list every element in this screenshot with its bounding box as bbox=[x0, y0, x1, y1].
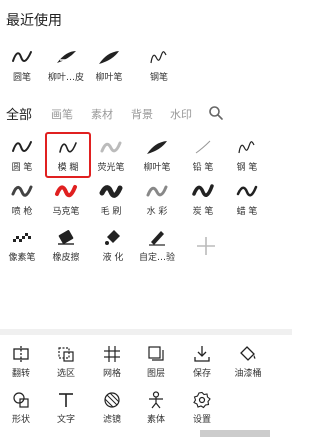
recent-item-fountain-pen[interactable]: 钢笔 bbox=[131, 48, 187, 94]
tool-selection[interactable]: 选区 bbox=[42, 345, 90, 387]
tool-label: 网格 bbox=[102, 369, 121, 379]
fountain-pen-icon bbox=[238, 141, 255, 154]
shape-icon bbox=[13, 392, 29, 408]
save-icon bbox=[194, 346, 210, 362]
recent-item-willow-pen[interactable]: 柳叶笔 bbox=[81, 48, 137, 94]
selection-icon bbox=[58, 347, 74, 362]
round-pen-icon bbox=[12, 51, 32, 62]
eraser-icon bbox=[58, 230, 74, 245]
paint-bucket-icon bbox=[240, 346, 256, 361]
text-icon bbox=[59, 393, 73, 407]
body-model-icon bbox=[149, 391, 163, 409]
tool-label: 翻转 bbox=[11, 369, 30, 379]
tool-text[interactable]: 文字 bbox=[42, 391, 90, 433]
recent-brushes-row: 圆笔 柳叶…皮 柳叶笔 钢笔 bbox=[0, 48, 292, 92]
pencil-icon bbox=[195, 140, 211, 154]
tool-label: 保存 bbox=[192, 369, 211, 379]
blur-icon bbox=[59, 142, 77, 153]
filter-icon bbox=[104, 392, 120, 408]
recent-item-label: 柳叶笔 bbox=[95, 73, 123, 83]
recent-title: 最近使用 bbox=[6, 13, 62, 29]
bottom-toolbar: 翻转 选区 网格 图层 保存 油漆桶 形状 文字 滤镜 素体 设置 bbox=[0, 329, 292, 438]
search-icon[interactable] bbox=[208, 105, 224, 121]
tool-label: 油漆桶 bbox=[234, 369, 262, 379]
brush-label: 自定…验 bbox=[138, 253, 175, 263]
bottom-edge-strip bbox=[200, 430, 270, 437]
tool-label: 图层 bbox=[146, 369, 165, 379]
add-brush-icon[interactable] bbox=[196, 236, 216, 256]
charcoal-icon bbox=[192, 184, 214, 197]
round-pen-icon bbox=[12, 141, 32, 152]
brush-custom[interactable]: 自定…验 bbox=[129, 228, 185, 274]
tool-label: 形状 bbox=[11, 415, 30, 425]
tool-shape[interactable]: 形状 bbox=[0, 391, 45, 433]
tab-brush[interactable]: 画笔 bbox=[51, 106, 73, 122]
tool-flip[interactable]: 翻转 bbox=[0, 345, 45, 387]
brush-grid: 圆 笔 模 糊 荧光笔 柳叶笔 铅 笔 钢 笔 喷 枪 马克笔 毛 刷 水 彩 … bbox=[0, 130, 292, 270]
bristle-brush-icon bbox=[99, 185, 123, 198]
willow-eraser-icon bbox=[57, 51, 76, 63]
flip-icon bbox=[13, 346, 29, 362]
recent-item-label: 钢笔 bbox=[149, 73, 168, 83]
tool-label: 文字 bbox=[56, 415, 75, 425]
brush-fountain-pen[interactable]: 钢 笔 bbox=[219, 138, 275, 184]
tool-label: 素体 bbox=[146, 415, 165, 425]
willow-pen-icon bbox=[147, 141, 167, 154]
tool-layers[interactable]: 图层 bbox=[132, 345, 180, 387]
tool-label: 滤镜 bbox=[102, 415, 121, 425]
tool-body-model[interactable]: 素体 bbox=[132, 391, 180, 433]
crayon-icon bbox=[236, 185, 258, 197]
category-tabs: 全部 画笔 素材 背景 水印 bbox=[0, 104, 292, 126]
watercolor-icon bbox=[146, 185, 168, 197]
tab-background[interactable]: 背景 bbox=[131, 106, 153, 122]
layers-icon bbox=[148, 346, 164, 361]
brush-label: 钢 笔 bbox=[236, 163, 258, 173]
tool-label: 选区 bbox=[56, 369, 75, 379]
tool-filter[interactable]: 滤镜 bbox=[88, 391, 136, 433]
brush-label: 蜡 笔 bbox=[236, 207, 258, 217]
settings-icon bbox=[193, 391, 211, 409]
tool-paint-bucket[interactable]: 油漆桶 bbox=[224, 345, 272, 387]
marker-icon bbox=[55, 185, 77, 198]
liquify-icon bbox=[105, 230, 120, 245]
tool-label: 设置 bbox=[192, 415, 211, 425]
custom-brush-icon bbox=[149, 231, 165, 246]
fountain-pen-icon bbox=[150, 51, 167, 64]
brush-crayon[interactable]: 蜡 笔 bbox=[219, 182, 275, 228]
highlighter-icon bbox=[100, 141, 122, 153]
tab-all[interactable]: 全部 bbox=[6, 104, 32, 123]
tab-watermark[interactable]: 水印 bbox=[170, 106, 192, 122]
willow-pen-icon bbox=[99, 51, 119, 64]
airbrush-icon bbox=[11, 185, 33, 197]
tool-save[interactable]: 保存 bbox=[178, 345, 226, 387]
tool-settings[interactable]: 设置 bbox=[178, 391, 226, 433]
tool-grid[interactable]: 网格 bbox=[88, 345, 136, 387]
grid-icon bbox=[104, 346, 120, 362]
pixel-pen-icon bbox=[13, 233, 31, 242]
tab-material[interactable]: 素材 bbox=[91, 106, 113, 122]
